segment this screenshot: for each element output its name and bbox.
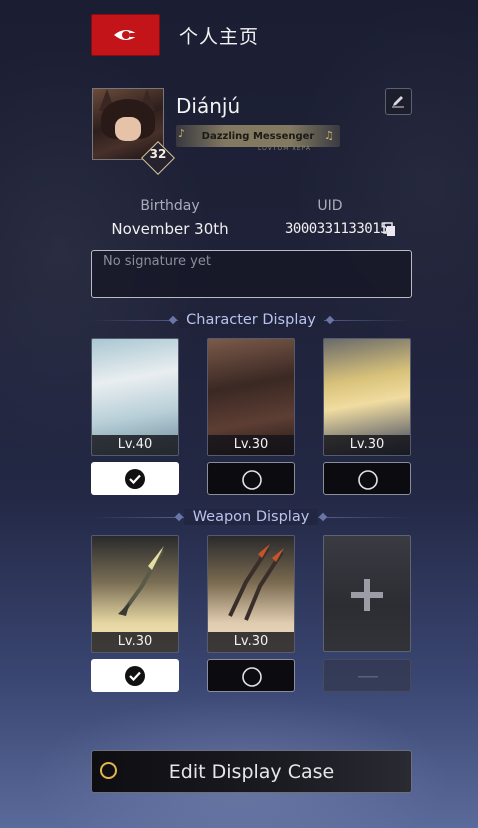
edit-profile-button[interactable] (385, 88, 412, 115)
plus-icon (351, 579, 383, 611)
title-badge-text: Dazzling Messenger (201, 131, 315, 142)
copy-uid-button[interactable] (383, 222, 397, 238)
divider-ornament (325, 315, 335, 325)
pencil-icon (392, 96, 404, 108)
title-badge-subtext: LOVTOM xEPA (258, 145, 312, 152)
logo-badge (91, 14, 160, 56)
page-title: 个人主页 (179, 26, 260, 48)
weapon-card[interactable]: Lv.30 (207, 535, 295, 653)
card-level: Lv.30 (92, 632, 178, 652)
weapon-card[interactable]: Lv.30 (91, 535, 179, 653)
character-card[interactable]: Lv.30 (207, 338, 295, 456)
birthday-label: Birthday (140, 198, 200, 214)
weapon-toggle-disabled (323, 659, 411, 692)
level-value: 32 (149, 147, 167, 161)
copy-icon (383, 222, 395, 236)
divider-ornament (318, 512, 328, 522)
card-level: Lv.30 (208, 435, 294, 455)
empty-circle-icon (242, 470, 262, 490)
edit-display-case-label: Edit Display Case (168, 761, 335, 783)
card-level: Lv.30 (324, 435, 410, 455)
character-display-title: Character Display (178, 312, 324, 328)
empty-circle-icon (242, 667, 262, 687)
empty-circle-icon (358, 470, 378, 490)
check-circle-icon (125, 666, 145, 686)
eye-emblem-icon (114, 30, 139, 40)
edit-display-case-button[interactable]: Edit Display Case (91, 750, 412, 793)
avatar-face (115, 117, 141, 141)
minus-icon (358, 676, 378, 678)
character-toggle[interactable] (323, 462, 411, 495)
weapon-art (228, 544, 284, 621)
signature-field[interactable]: No signature yet (91, 250, 412, 298)
signature-placeholder: No signature yet (103, 254, 211, 269)
divider-ornament (168, 315, 178, 325)
username: Diánjú (176, 94, 241, 118)
uid-label: UID (317, 198, 343, 214)
weapon-display-title: Weapon Display (184, 509, 318, 525)
character-card[interactable]: Lv.30 (323, 338, 411, 456)
character-card[interactable]: Lv.40 (91, 338, 179, 456)
weapon-toggle[interactable] (207, 659, 295, 692)
character-toggle[interactable] (91, 462, 179, 495)
birthday-value: November 30th (111, 220, 229, 238)
uid-value: 3000331133015 (285, 221, 389, 237)
card-level: Lv.30 (208, 632, 294, 652)
character-toggle[interactable] (207, 462, 295, 495)
check-circle-icon (125, 469, 145, 489)
weapon-toggle[interactable] (91, 659, 179, 692)
add-weapon-slot[interactable] (323, 535, 411, 652)
card-level: Lv.40 (92, 435, 178, 455)
weapon-art (118, 546, 164, 616)
divider-ornament (174, 512, 184, 522)
